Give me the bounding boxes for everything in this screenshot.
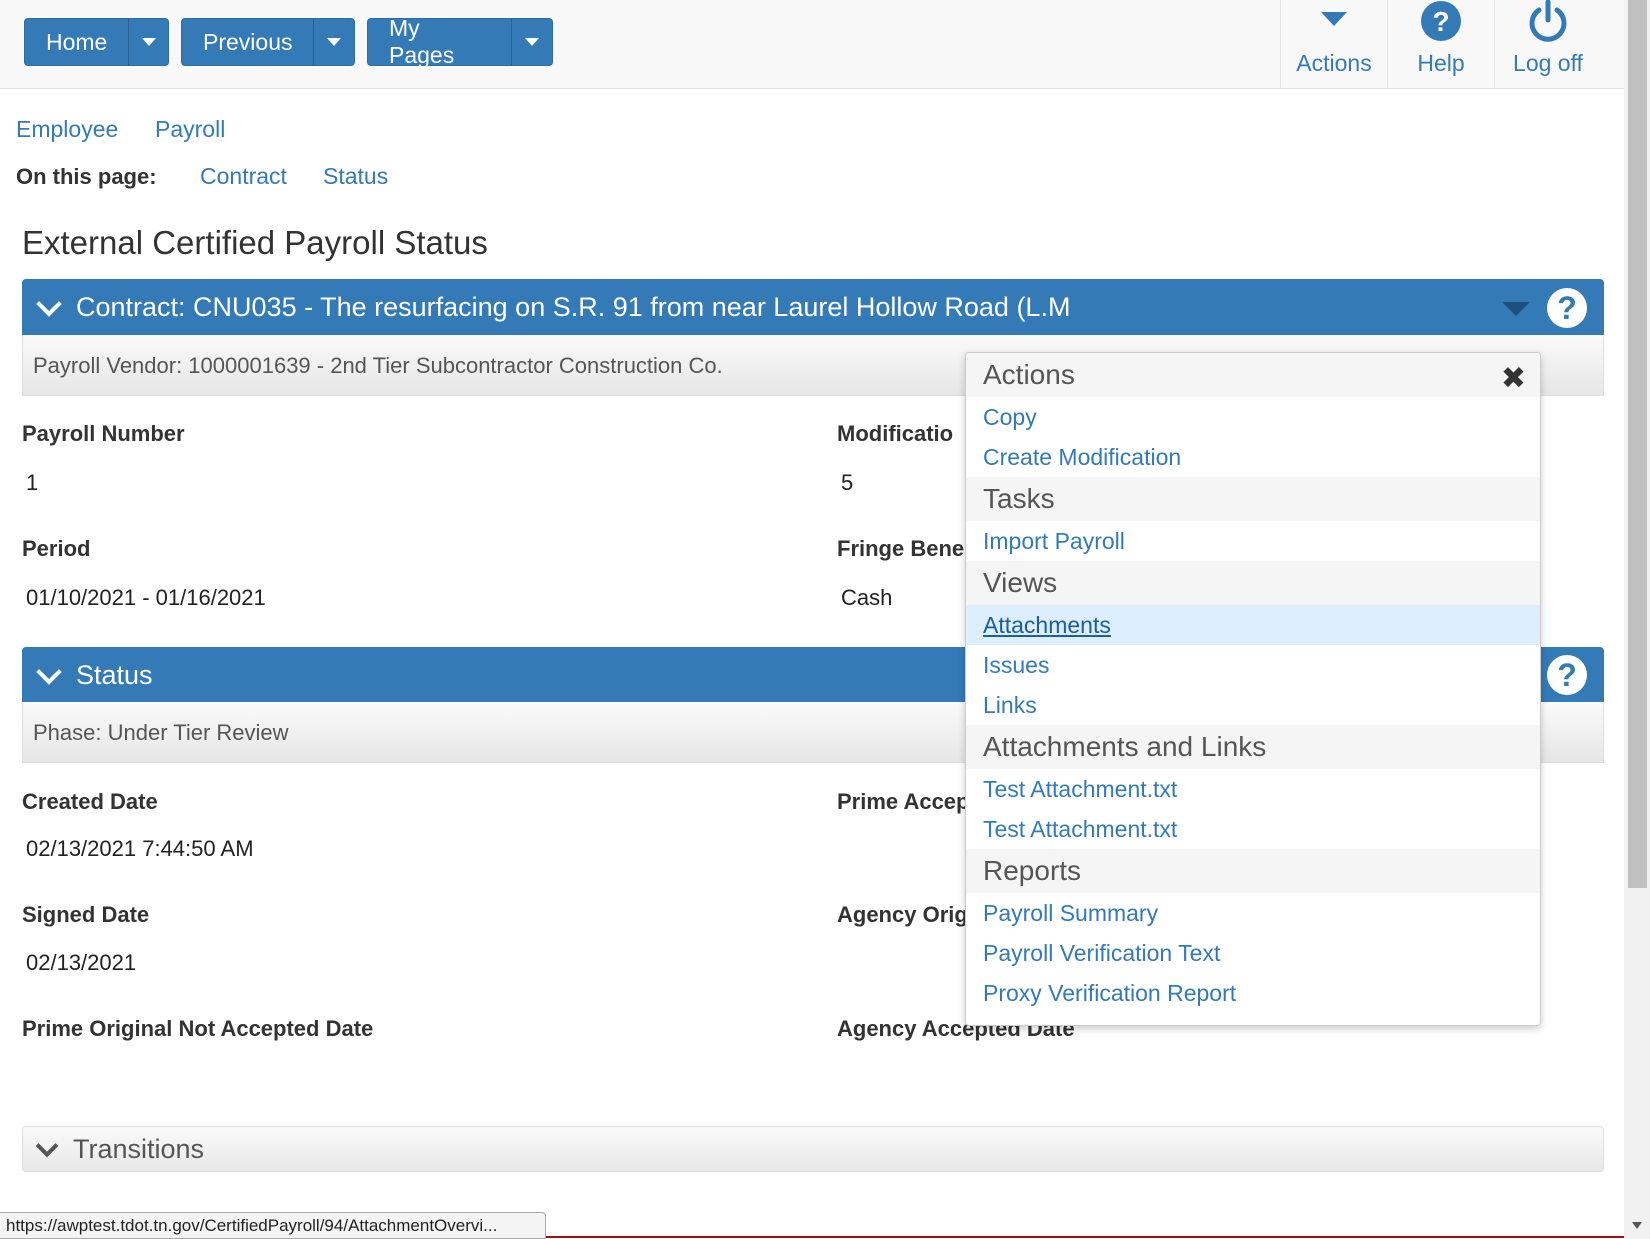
menu-item-payroll-summary[interactable]: Payroll Summary	[966, 893, 1540, 933]
logoff-label: Log off	[1513, 50, 1583, 76]
actions-label: Actions	[1296, 50, 1372, 76]
period-label: Period	[22, 536, 91, 561]
actions-dropdown-menu: ✖ Actions Copy Create Modification Tasks…	[965, 352, 1541, 1026]
actions-section-header: Actions	[966, 353, 1540, 397]
employee-link[interactable]: Employee	[16, 116, 118, 143]
views-section-label: Views	[983, 567, 1058, 598]
logoff-button[interactable]: Log off	[1494, 0, 1601, 88]
payroll-number-value: 1	[26, 470, 39, 495]
my-pages-button[interactable]: My Pages	[367, 15, 553, 68]
power-icon	[1527, 0, 1569, 48]
payroll-link[interactable]: Payroll	[155, 116, 225, 143]
status-anchor-link[interactable]: Status	[323, 163, 388, 190]
home-button[interactable]: Home	[24, 18, 169, 66]
chevron-down-icon	[35, 1134, 59, 1158]
reports-section-header: Reports	[966, 849, 1540, 893]
previous-dropdown-toggle[interactable]	[313, 19, 354, 65]
payroll-number-label: Payroll Number	[22, 421, 185, 446]
scrollbar-thumb[interactable]	[1628, 0, 1647, 888]
status-url-text: https://awptest.tdot.tn.gov/CertifiedPay…	[6, 1215, 498, 1235]
phase-text: Phase: Under Tier Review	[33, 720, 289, 745]
prime-accepted-label: Prime Accep	[837, 789, 970, 814]
on-this-page-label: On this page:	[16, 164, 157, 189]
actions-section-label: Actions	[983, 359, 1075, 390]
home-label: Home	[46, 28, 108, 55]
created-date-label: Created Date	[22, 789, 158, 814]
prime-not-accepted-label: Prime Original Not Accepted Date	[22, 1016, 374, 1041]
tasks-section-label: Tasks	[983, 483, 1055, 514]
menu-item-import-payroll[interactable]: Import Payroll	[966, 521, 1540, 561]
period-value: 01/10/2021 - 01/16/2021	[26, 585, 266, 610]
views-section-header: Views	[966, 561, 1540, 605]
status-panel-title: Status	[76, 659, 153, 690]
tasks-section-header: Tasks	[966, 477, 1540, 521]
chevron-down-icon	[36, 659, 62, 685]
top-navbar: Home Previous My Pages Actions ? Help Lo…	[0, 0, 1624, 89]
actions-menu-button[interactable]: Actions	[1280, 0, 1387, 88]
close-icon[interactable]: ✖	[1501, 361, 1526, 396]
my-pages-label: My Pages	[389, 15, 455, 68]
attachments-links-section-header: Attachments and Links	[966, 725, 1540, 769]
menu-item-copy[interactable]: Copy	[966, 397, 1540, 437]
actions-caret-icon	[1319, 0, 1349, 48]
bottom-divider	[546, 1236, 1624, 1238]
agency-original-label: Agency Orig	[837, 902, 968, 927]
previous-label: Previous	[203, 28, 293, 55]
menu-item-payroll-verification-text[interactable]: Payroll Verification Text	[966, 933, 1540, 973]
signed-date-label: Signed Date	[22, 902, 150, 927]
chevron-down-icon	[525, 38, 540, 46]
transitions-panel-header[interactable]: Transitions	[22, 1126, 1604, 1172]
menu-item-attachments[interactable]: Attachments	[966, 605, 1540, 645]
svg-text:?: ?	[1432, 6, 1449, 37]
signed-date-value: 02/13/2021	[26, 950, 137, 975]
contract-panel-menu-caret-icon[interactable]	[1502, 302, 1530, 316]
modification-value: 5	[841, 470, 854, 495]
reports-section-label: Reports	[983, 855, 1082, 886]
status-bar-url: https://awptest.tdot.tn.gov/CertifiedPay…	[0, 1212, 546, 1239]
contract-panel-title: Contract: CNU035 - The resurfacing on S.…	[76, 291, 1071, 322]
menu-item-proxy-verification-report[interactable]: Proxy Verification Report	[966, 973, 1540, 1013]
menu-item-create-modification[interactable]: Create Modification	[966, 437, 1540, 477]
help-icon: ?	[1420, 0, 1462, 48]
modification-label: Modificatio	[837, 421, 954, 446]
contract-anchor-link[interactable]: Contract	[200, 163, 287, 190]
fringe-benefit-label: Fringe Bene	[837, 536, 965, 561]
menu-item-links[interactable]: Links	[966, 685, 1540, 725]
chevron-down-icon	[327, 38, 342, 46]
previous-button[interactable]: Previous	[181, 18, 355, 66]
home-dropdown-toggle[interactable]	[128, 19, 168, 65]
help-label: Help	[1417, 50, 1465, 76]
page-title: External Certified Payroll Status	[22, 224, 488, 261]
menu-item-issues[interactable]: Issues	[966, 645, 1540, 685]
contract-help-icon[interactable]: ?	[1547, 288, 1587, 328]
menu-item-attachment-2[interactable]: Test Attachment.txt	[966, 809, 1540, 849]
fringe-benefit-value: Cash	[841, 585, 893, 610]
my-pages-dropdown-toggle[interactable]	[511, 19, 552, 65]
transitions-title: Transitions	[73, 1133, 205, 1164]
chevron-down-icon	[36, 291, 62, 317]
payroll-vendor-text: Payroll Vendor: 1000001639 - 2nd Tier Su…	[33, 353, 723, 378]
menu-item-attachment-1[interactable]: Test Attachment.txt	[966, 769, 1540, 809]
help-button[interactable]: ? Help	[1387, 0, 1494, 88]
contract-panel-header[interactable]: Contract: CNU035 - The resurfacing on S.…	[22, 279, 1604, 335]
scroll-down-arrow-icon[interactable]	[1632, 1222, 1642, 1229]
attachments-links-section-label: Attachments and Links	[983, 731, 1267, 762]
created-date-value: 02/13/2021 7:44:50 AM	[26, 836, 254, 861]
vertical-scrollbar[interactable]	[1624, 0, 1650, 1239]
status-help-icon[interactable]: ?	[1547, 655, 1587, 695]
chevron-down-icon	[141, 38, 156, 46]
